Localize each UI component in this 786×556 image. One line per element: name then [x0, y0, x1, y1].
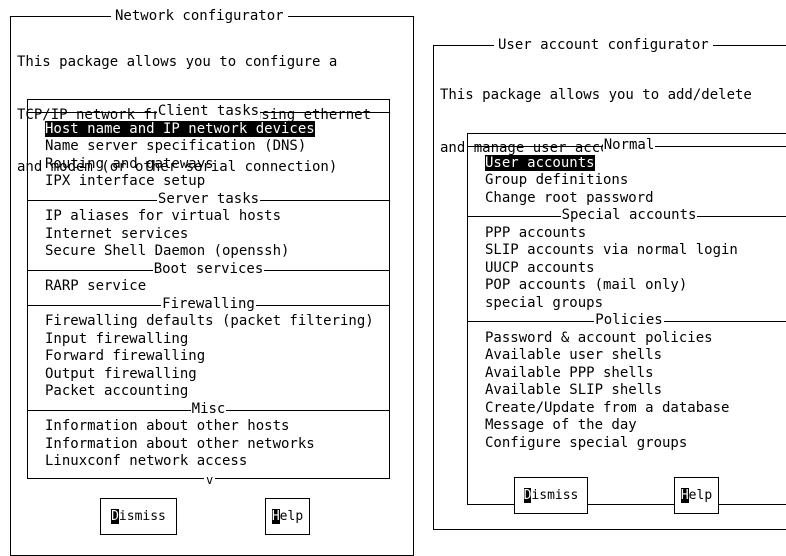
user-menu: Normal User accounts Group definitions Chan…: [467, 133, 786, 505]
menu-item-label: Host name and IP network devices: [45, 120, 315, 137]
menu-section-title: Firewalling: [161, 295, 256, 313]
menu-item-label: Information about other networks: [45, 435, 315, 452]
menu-item-label: Internet services: [45, 225, 189, 242]
user-desc-line: This package allows you to add/delete: [440, 87, 752, 103]
menu-item[interactable]: Output firewalling: [28, 366, 389, 384]
menu-item[interactable]: Routing and gateways: [28, 156, 389, 174]
menu-item-label: Secure Shell Daemon (openssh): [45, 243, 290, 259]
menu-item[interactable]: Forward firewalling: [28, 348, 389, 366]
menu-section-title: Special accounts: [560, 207, 698, 225]
menu-item-label: Available SLIP shells: [485, 382, 663, 398]
menu-item[interactable]: Password & account policies: [468, 330, 786, 348]
menu-section-header: Boot services: [28, 260, 389, 278]
menu-item-label: Available user shells: [485, 347, 663, 363]
menu-section-header: Client tasks: [28, 103, 389, 121]
menu-section-title: Server tasks: [156, 190, 261, 208]
menu-item-label: Firewalling defaults (packet filtering): [45, 313, 374, 329]
menu-item-label: Name server specification (DNS): [45, 138, 307, 154]
menu-item[interactable]: IPX interface setup: [28, 173, 389, 191]
menu-section-title: Normal: [602, 137, 656, 155]
menu-item-label: SLIP accounts via normal login: [485, 242, 738, 258]
network-desc-line: This package allows you to configure a: [17, 54, 338, 70]
menu-item[interactable]: Information about other hosts: [28, 418, 389, 436]
menu-section-header: Misc: [28, 400, 389, 418]
menu-item-label: Information about other hosts: [45, 418, 290, 434]
menu-section-title: Boot services: [152, 260, 265, 278]
scroll-down-indicator: v: [204, 473, 216, 487]
help-button[interactable]: Help: [674, 477, 719, 514]
dismiss-hotkey: D: [523, 488, 532, 503]
menu-item[interactable]: Change root password: [468, 190, 786, 208]
menu-item[interactable]: Host name and IP network devices: [28, 120, 389, 139]
menu-section-header: Firewalling: [28, 295, 389, 313]
menu-section-header: Policies: [468, 312, 786, 330]
menu-item[interactable]: IP aliases for virtual hosts: [28, 208, 389, 226]
dismiss-label: ismiss: [118, 509, 166, 524]
menu-item-label: Output firewalling: [45, 365, 197, 382]
menu-item-label: Message of the day: [485, 417, 637, 433]
menu-item[interactable]: Available user shells: [468, 347, 786, 365]
menu-item[interactable]: RARP service: [28, 278, 389, 296]
menu-item-label: Forward firewalling: [45, 348, 206, 364]
menu-item-label: IPX interface setup: [45, 173, 206, 189]
menu-item-label: RARP service: [45, 278, 147, 294]
dismiss-button[interactable]: Dismiss: [100, 498, 177, 535]
menu-item[interactable]: Group definitions: [468, 172, 786, 190]
menu-section-title: Client tasks: [156, 103, 261, 121]
menu-item[interactable]: SLIP accounts via normal login: [468, 242, 786, 260]
dismiss-button[interactable]: Dismiss: [514, 477, 588, 514]
menu-item-label: User accounts: [485, 154, 595, 171]
network-configurator-panel: Network configurator This package allows…: [10, 7, 414, 556]
menu-item[interactable]: Available PPP shells: [468, 365, 786, 383]
help-hotkey: H: [271, 509, 280, 524]
menu-item[interactable]: Available SLIP shells: [468, 382, 786, 400]
menu-item[interactable]: Configure special groups: [468, 435, 786, 453]
menu-item-label: Input firewalling: [45, 330, 189, 347]
menu-item-label: Change root password: [485, 189, 654, 206]
menu-item-label: Configure special groups: [485, 434, 688, 451]
menu-item[interactable]: Message of the day: [468, 417, 786, 435]
menu-item-label: Group definitions: [485, 172, 629, 188]
menu-section-header: Special accounts: [468, 207, 786, 225]
menu-item[interactable]: Create/Update from a database: [468, 400, 786, 418]
menu-item[interactable]: Internet services: [28, 226, 389, 244]
menu-item[interactable]: User accounts: [468, 154, 786, 173]
menu-item[interactable]: Linuxconf network access: [28, 453, 389, 471]
help-label: elp: [688, 488, 713, 503]
menu-item-label: Available PPP shells: [485, 364, 654, 381]
menu-item[interactable]: UUCP accounts: [468, 260, 786, 278]
network-menu: Client tasks Host name and IP network dev…: [27, 99, 390, 479]
menu-section-title: Misc: [190, 400, 227, 418]
dismiss-label: ismiss: [531, 488, 579, 503]
menu-item[interactable]: PPP accounts: [468, 225, 786, 243]
menu-item[interactable]: Firewalling defaults (packet filtering): [28, 313, 389, 331]
menu-item-label: IP aliases for virtual hosts: [45, 208, 282, 224]
menu-item[interactable]: POP accounts (mail only): [468, 277, 786, 295]
menu-item[interactable]: Packet accounting: [28, 383, 389, 401]
user-account-configurator-panel: User account configurator This package a…: [433, 36, 786, 530]
menu-section-header: Server tasks: [28, 190, 389, 208]
help-hotkey: H: [680, 488, 689, 503]
menu-item-label: Packet accounting: [45, 383, 189, 399]
menu-item[interactable]: Name server specification (DNS): [28, 138, 389, 156]
menu-item[interactable]: special groups: [468, 295, 786, 313]
menu-item-label: Routing and gateways: [45, 155, 214, 172]
menu-item-label: Linuxconf network access: [45, 453, 248, 469]
menu-item-label: PPP accounts: [485, 224, 587, 241]
menu-section-title: Policies: [594, 312, 664, 330]
menu-item-label: UUCP accounts: [485, 259, 595, 276]
menu-item-label: POP accounts (mail only): [485, 277, 688, 293]
dismiss-hotkey: D: [111, 509, 119, 524]
menu-item-label: special groups: [485, 294, 604, 311]
menu-section-header: Normal: [468, 137, 786, 155]
menu-item[interactable]: Information about other networks: [28, 436, 389, 454]
menu-item-label: Password & account policies: [485, 329, 713, 346]
menu-item[interactable]: Secure Shell Daemon (openssh): [28, 243, 389, 261]
menu-item-label: Create/Update from a database: [485, 399, 730, 416]
menu-item[interactable]: Input firewalling: [28, 331, 389, 349]
help-button[interactable]: Help: [265, 498, 310, 535]
help-label: elp: [279, 509, 304, 524]
